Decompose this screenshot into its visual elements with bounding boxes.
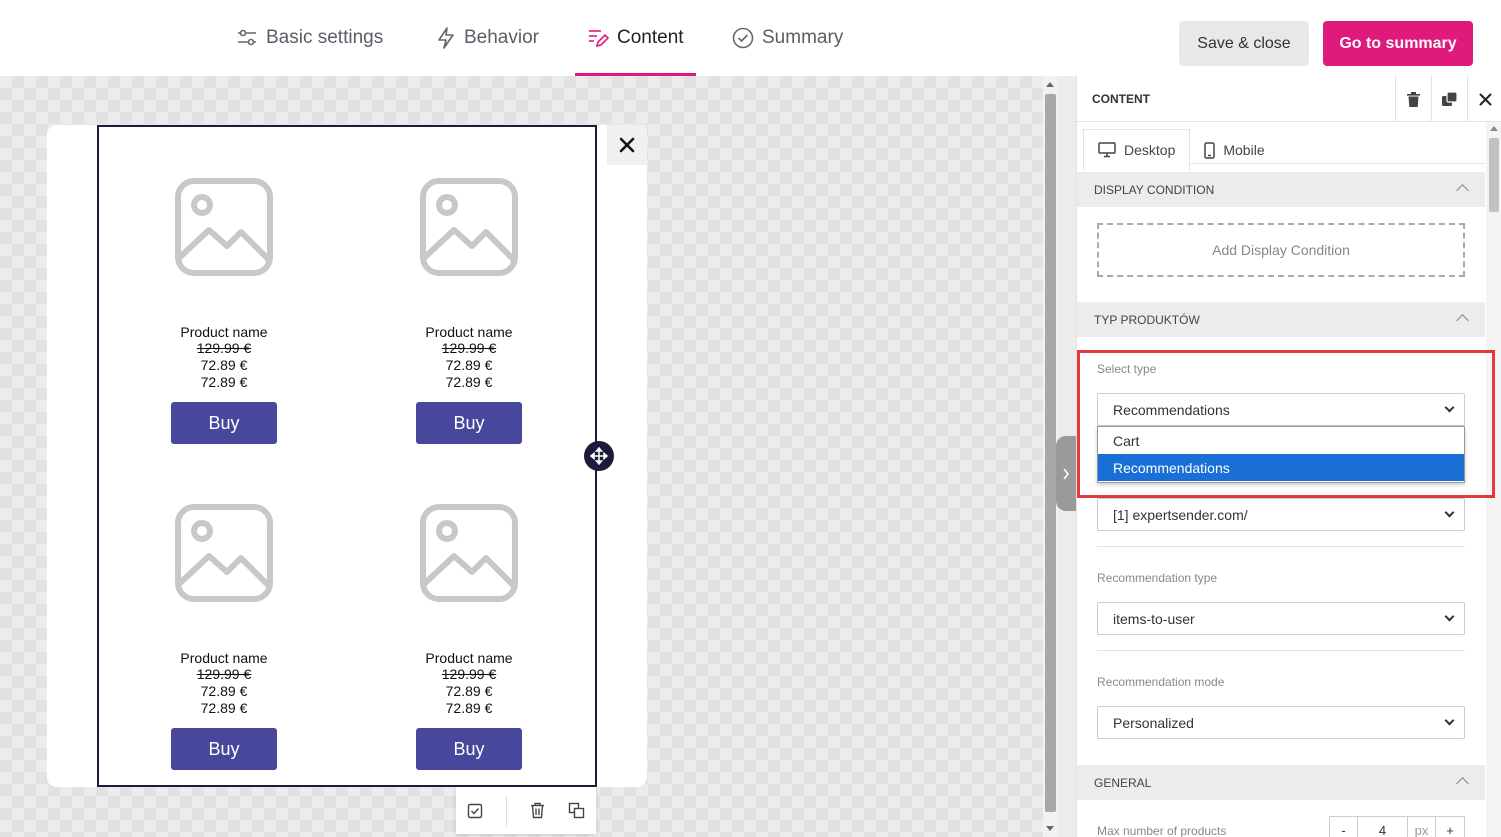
- field-divider: [1097, 650, 1465, 651]
- close-panel-button[interactable]: [1467, 76, 1501, 122]
- tab-behavior[interactable]: Behavior: [436, 0, 539, 76]
- tab-mobile[interactable]: Mobile: [1190, 129, 1278, 171]
- section-title: DISPLAY CONDITION: [1094, 182, 1215, 197]
- add-display-condition-button[interactable]: Add Display Condition: [1097, 223, 1465, 277]
- select-value: items-to-user: [1113, 610, 1195, 627]
- chevron-up-icon: [1456, 777, 1469, 790]
- max-products-stepper: - 4 px +: [1329, 816, 1465, 837]
- select-type-dropdown[interactable]: Recommendations: [1097, 393, 1465, 426]
- tab-label: Content: [617, 27, 684, 48]
- tab-label: Desktop: [1124, 142, 1176, 158]
- select-value: Recommendations: [1113, 401, 1230, 418]
- collapse-panel-handle[interactable]: [1056, 436, 1076, 511]
- max-products-input[interactable]: 4: [1358, 817, 1408, 837]
- chevron-up-icon: [1456, 314, 1469, 327]
- duplicate-icon: [1442, 91, 1457, 106]
- select-value: [1] expertsender.com/: [1113, 506, 1248, 523]
- checkbox-icon[interactable]: [467, 803, 483, 819]
- device-tabs: Desktop Mobile: [1083, 129, 1279, 171]
- go-to-summary-button[interactable]: Go to summary: [1323, 21, 1473, 66]
- duplicate-icon[interactable]: [568, 802, 585, 819]
- section-display-condition[interactable]: DISPLAY CONDITION: [1077, 172, 1485, 207]
- sliders-icon: [238, 29, 256, 46]
- recommendation-type-dropdown[interactable]: items-to-user: [1097, 602, 1465, 635]
- field-divider: [1097, 546, 1465, 547]
- option-cart[interactable]: Cart: [1098, 427, 1464, 454]
- move-handle[interactable]: [584, 441, 614, 471]
- close-icon: [619, 137, 635, 153]
- tab-desktop[interactable]: Desktop: [1083, 129, 1191, 171]
- recommendation-mode-dropdown[interactable]: Personalized: [1097, 706, 1465, 739]
- site-dropdown[interactable]: [1] expertsender.com/: [1097, 498, 1465, 531]
- lightning-icon: [438, 27, 454, 49]
- scroll-thumb[interactable]: [1045, 94, 1056, 812]
- decrement-button[interactable]: -: [1330, 817, 1358, 837]
- tab-label: Basic settings: [266, 27, 384, 48]
- recommendation-type-label: Recommendation type: [1097, 571, 1218, 585]
- select-type-label: Select type: [1097, 362, 1157, 376]
- scroll-up-arrow[interactable]: [1490, 126, 1498, 131]
- select-value: Personalized: [1113, 714, 1194, 731]
- section-general[interactable]: GENERAL: [1077, 765, 1485, 800]
- top-bar: Basic settings Behavior Content Summary …: [0, 0, 1501, 76]
- unit-label: px: [1408, 817, 1436, 837]
- panel-header: CONTENT: [1077, 76, 1501, 122]
- content-edit-icon: [589, 30, 609, 48]
- check-circle-icon: [732, 27, 754, 49]
- tab-content[interactable]: Content: [575, 0, 696, 76]
- save-close-button[interactable]: Save & close: [1179, 21, 1309, 66]
- increment-button[interactable]: +: [1436, 817, 1464, 837]
- block-toolbar: [456, 787, 596, 834]
- chevron-right-icon: [1063, 468, 1070, 479]
- section-product-type[interactable]: TYP PRODUKTÓW: [1077, 302, 1485, 337]
- section-title: TYP PRODUKTÓW: [1094, 312, 1200, 327]
- delete-block-button[interactable]: [1395, 76, 1431, 122]
- scroll-thumb[interactable]: [1489, 138, 1499, 212]
- chevron-down-icon: [1444, 507, 1455, 518]
- trash-icon: [1407, 91, 1420, 107]
- chevron-down-icon: [1444, 611, 1455, 622]
- chevron-down-icon: [1444, 402, 1455, 413]
- tab-basic-settings[interactable]: Basic settings: [236, 0, 383, 76]
- option-recommendations[interactable]: Recommendations: [1098, 454, 1464, 481]
- chevron-up-icon: [1456, 184, 1469, 197]
- section-title: GENERAL: [1094, 775, 1152, 790]
- selected-block-frame[interactable]: [97, 125, 597, 787]
- tab-summary[interactable]: Summary: [732, 0, 843, 76]
- tab-label: Mobile: [1223, 142, 1265, 158]
- mobile-icon: [1204, 141, 1216, 159]
- move-arrows-icon: [590, 447, 608, 465]
- duplicate-block-button[interactable]: [1431, 76, 1467, 122]
- chevron-down-icon: [1444, 715, 1455, 726]
- scroll-up-arrow[interactable]: [1046, 82, 1054, 87]
- toolbar-divider: [506, 795, 508, 826]
- tab-label: Summary: [762, 27, 844, 48]
- max-products-label: Max number of products: [1097, 824, 1227, 837]
- tab-label: Behavior: [464, 27, 539, 48]
- popup-close-button[interactable]: [607, 125, 647, 165]
- close-icon: [1479, 93, 1492, 105]
- recommendation-mode-label: Recommendation mode: [1097, 675, 1225, 689]
- panel-title: CONTENT: [1092, 92, 1150, 106]
- scroll-down-arrow[interactable]: [1046, 826, 1054, 831]
- panel-scrollbar[interactable]: [1486, 122, 1501, 837]
- desktop-icon: [1098, 142, 1116, 158]
- trash-icon[interactable]: [530, 802, 545, 819]
- content-panel: CONTENT Desktop Mobile DISPLAY CONDITION…: [1076, 76, 1501, 837]
- select-type-options: Cart Recommendations: [1097, 426, 1465, 483]
